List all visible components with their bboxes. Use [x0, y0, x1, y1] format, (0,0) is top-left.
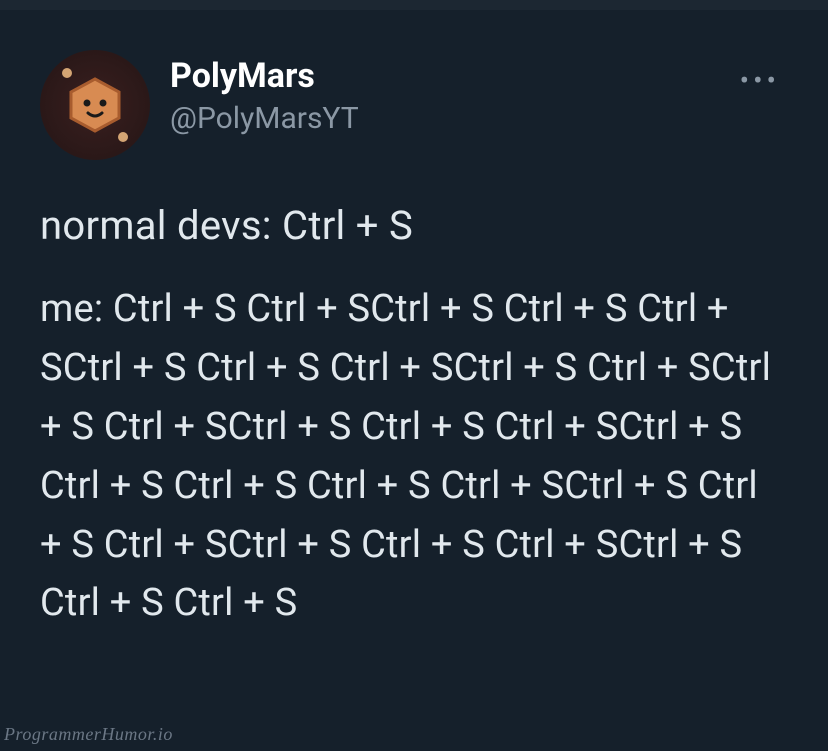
avatar-dot-top-left [62, 68, 72, 78]
more-options-button[interactable]: ••• [732, 60, 788, 101]
user-info: PolyMars @PolyMarsYT [170, 50, 712, 138]
tweet-container: PolyMars @PolyMarsYT ••• normal devs: Ct… [0, 10, 828, 663]
avatar-dot-bottom-right [118, 132, 128, 142]
tweet-text-line-2: me: Ctrl + S Ctrl + SCtrl + S Ctrl + S C… [40, 280, 788, 633]
display-name[interactable]: PolyMars [170, 56, 712, 97]
user-handle[interactable]: @PolyMarsYT [170, 99, 712, 138]
tweet-header: PolyMars @PolyMarsYT ••• [40, 50, 788, 160]
watermark: ProgrammerHumor.io [4, 724, 173, 745]
tweet-body: normal devs: Ctrl + S me: Ctrl + S Ctrl … [40, 200, 788, 633]
avatar[interactable] [40, 50, 150, 160]
ellipsis-icon: ••• [740, 64, 780, 97]
top-bar [0, 0, 828, 10]
avatar-image [65, 75, 125, 135]
tweet-text-line-1: normal devs: Ctrl + S [40, 200, 788, 252]
